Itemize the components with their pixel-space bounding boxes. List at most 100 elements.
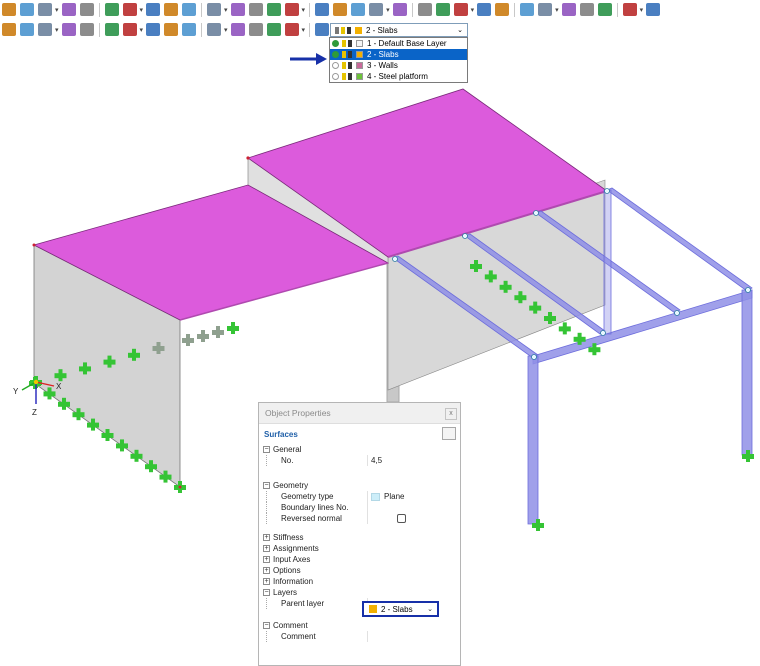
dropdown-arrow-icon[interactable]: ▾: [224, 26, 228, 34]
lock-icon[interactable]: [348, 62, 352, 69]
snap-icon[interactable]: [122, 23, 137, 36]
collapse-icon[interactable]: −: [263, 622, 270, 629]
field-geometry-type[interactable]: Geometry type Plane: [259, 491, 460, 502]
layer-item[interactable]: 4 - Steel platform: [330, 71, 467, 82]
layer-select[interactable]: 2 - Slabs ⌄: [330, 23, 468, 37]
lock-icon[interactable]: [348, 40, 352, 47]
line-icon[interactable]: [20, 23, 34, 36]
field-value[interactable]: [367, 631, 460, 642]
bulb-icon[interactable]: [342, 62, 346, 69]
load-icon[interactable]: [164, 3, 179, 16]
number-icon[interactable]: [417, 3, 432, 16]
xyz-icon[interactable]: [351, 3, 366, 16]
bulb-icon[interactable]: [342, 73, 346, 80]
dropdown-arrow-icon[interactable]: ▾: [224, 6, 228, 14]
cross-icon[interactable]: [122, 3, 137, 16]
layer-icon[interactable]: [315, 23, 330, 36]
dropdown-arrow-icon[interactable]: ▾: [555, 6, 559, 14]
ruler-icon[interactable]: [597, 3, 612, 16]
grid-icon[interactable]: [61, 23, 76, 36]
dropdown-arrow-icon[interactable]: ▾: [471, 6, 475, 14]
xyz-icon[interactable]: [333, 3, 348, 16]
ten-icon[interactable]: [561, 3, 576, 16]
lock-icon[interactable]: [348, 73, 352, 80]
close-icon[interactable]: x: [445, 408, 457, 420]
section-icon[interactable]: [392, 3, 407, 16]
geometry-type-value[interactable]: Plane: [367, 491, 460, 502]
intersect-icon[interactable]: [207, 23, 222, 36]
expand-icon[interactable]: +: [263, 545, 270, 552]
dropdown-arrow-icon[interactable]: ▾: [302, 6, 306, 14]
field-value[interactable]: [367, 502, 460, 513]
lock-icon[interactable]: [348, 51, 352, 58]
colorscale-icon[interactable]: [146, 3, 161, 16]
cross-icon[interactable]: [230, 23, 245, 36]
cube-icon[interactable]: [266, 3, 281, 16]
check-icon[interactable]: [332, 73, 339, 80]
expand-icon[interactable]: +: [263, 556, 270, 563]
snap-icon[interactable]: [38, 23, 52, 36]
collapse-icon[interactable]: −: [263, 589, 270, 596]
layer-icon[interactable]: [284, 23, 299, 36]
cube-icon[interactable]: [248, 3, 263, 16]
cube-icon[interactable]: [230, 3, 245, 16]
check-icon[interactable]: [332, 51, 339, 58]
group-information[interactable]: + Information: [259, 576, 460, 587]
group-comment[interactable]: − Comment: [259, 620, 460, 631]
view-icon[interactable]: [2, 3, 16, 16]
snap-icon[interactable]: [79, 23, 94, 36]
bulb-icon[interactable]: [342, 40, 346, 47]
field-value[interactable]: 4,5: [367, 455, 460, 466]
expand-icon[interactable]: +: [263, 578, 270, 585]
grid-icon[interactable]: [61, 3, 76, 16]
cube-icon[interactable]: [646, 3, 661, 16]
dropdown-arrow-icon[interactable]: ▾: [386, 6, 390, 14]
table-icon[interactable]: [477, 3, 492, 16]
reversed-normal-checkbox[interactable]: [397, 514, 406, 523]
expand-icon[interactable]: +: [263, 567, 270, 574]
guide-icon[interactable]: [164, 23, 179, 36]
cube-icon[interactable]: [207, 3, 222, 16]
field-reversed-normal[interactable]: Reversed normal: [259, 513, 460, 524]
dropdown-arrow-icon[interactable]: ▾: [55, 6, 59, 14]
delete-icon[interactable]: [182, 3, 197, 16]
field-boundary-lines[interactable]: Boundary lines No.: [259, 502, 460, 513]
layer-item[interactable]: 1 - Default Base Layer: [330, 38, 467, 49]
layers-icon[interactable]: [495, 3, 510, 16]
snap-icon[interactable]: [146, 23, 161, 36]
star-icon[interactable]: [622, 3, 637, 16]
parent-layer-select[interactable]: 2 - Slabs ⌄: [362, 601, 439, 617]
render-icon[interactable]: [79, 3, 94, 16]
group-assignments[interactable]: + Assignments: [259, 543, 460, 554]
group-options[interactable]: + Options: [259, 565, 460, 576]
table-icon[interactable]: [435, 3, 450, 16]
table-icon[interactable]: [453, 3, 468, 16]
dimension-icon[interactable]: [538, 3, 553, 16]
layer-icon[interactable]: [266, 23, 281, 36]
check-icon[interactable]: [332, 40, 339, 47]
dropdown-arrow-icon[interactable]: ▾: [640, 6, 644, 14]
clipping-icon[interactable]: [520, 3, 535, 16]
group-layers[interactable]: − Layers: [259, 587, 460, 598]
axis-xyz-icon[interactable]: [38, 3, 52, 16]
group-stiffness[interactable]: + Stiffness: [259, 532, 460, 543]
snap-icon[interactable]: [104, 23, 119, 36]
layer-item[interactable]: 3 - Walls: [330, 60, 467, 71]
axis-xyz-icon[interactable]: [20, 3, 34, 16]
group-geometry[interactable]: − Geometry: [259, 480, 460, 491]
xyz-icon[interactable]: [315, 3, 330, 16]
field-comment[interactable]: Comment: [259, 631, 460, 642]
expand-icon[interactable]: +: [263, 534, 270, 541]
zoom-icon[interactable]: [579, 3, 594, 16]
bulb-icon[interactable]: [342, 51, 346, 58]
collapse-icon[interactable]: −: [263, 446, 270, 453]
chevron-down-icon[interactable]: ⌄: [427, 605, 433, 613]
check-icon[interactable]: [332, 62, 339, 69]
collapse-icon[interactable]: −: [263, 482, 270, 489]
dropdown-arrow-icon[interactable]: ▾: [140, 26, 144, 34]
dropdown-arrow-icon[interactable]: ▾: [55, 26, 59, 34]
dropdown-arrow-icon[interactable]: ▾: [302, 26, 306, 34]
group-input-axes[interactable]: + Input Axes: [259, 554, 460, 565]
pin-icon[interactable]: [442, 427, 456, 440]
pin-icon[interactable]: [2, 23, 16, 36]
